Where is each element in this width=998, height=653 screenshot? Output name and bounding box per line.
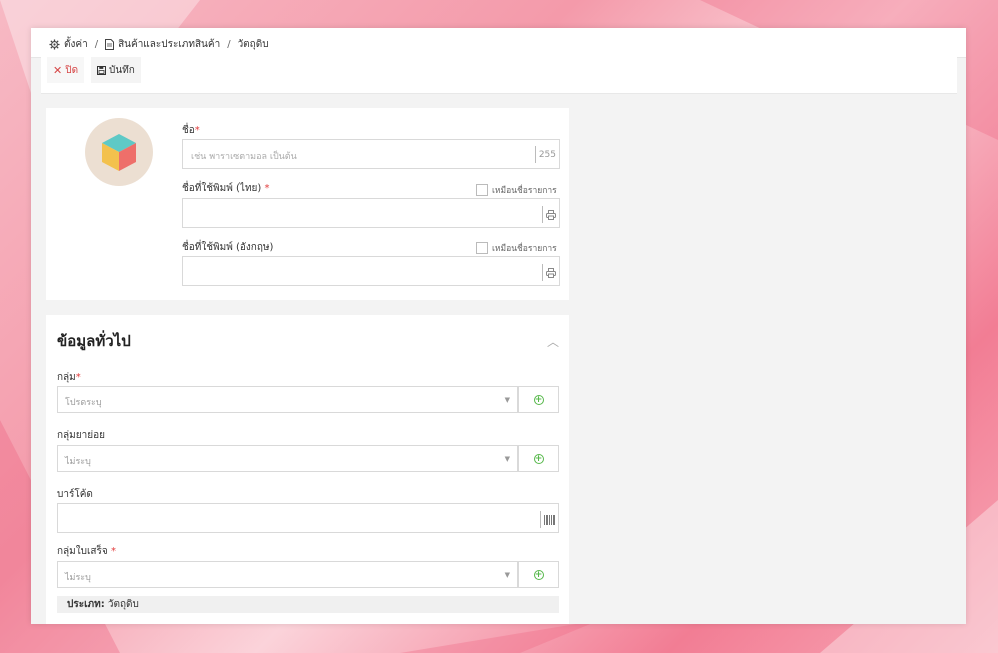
print-name-th-input[interactable] (182, 198, 560, 228)
subgroup-select[interactable]: ไม่ระบุ ▼ (57, 445, 518, 472)
print-name-th-label: ชื่อที่ใช้พิมพ์ (ไทย) * (182, 183, 270, 194)
save-button-label: บันทึก (109, 64, 135, 76)
chevron-down-icon: ▼ (504, 571, 510, 579)
add-subgroup-button[interactable]: + (518, 445, 559, 472)
breadcrumb-item-current: วัตถุดิบ (237, 39, 269, 50)
close-button-label: ปิด (65, 64, 79, 76)
print-name-en-input[interactable] (182, 256, 560, 286)
name-maxlength: 255 (534, 146, 559, 163)
same-as-item-th-checkbox[interactable]: เหมือนชื่อรายการ (476, 183, 557, 197)
section-title: ข้อมูลทั่วไป (57, 332, 131, 350)
toolbar: ✕ ปิด บันทึก (41, 57, 957, 94)
close-button[interactable]: ✕ ปิด (47, 57, 85, 83)
printer-icon[interactable] (542, 206, 559, 223)
general-info-card: ข้อมูลทั่วไป ︿ กลุ่ม* โปรดระบุ ▼ + กลุ่ม… (46, 315, 569, 624)
breadcrumb-separator: / (94, 39, 99, 50)
breadcrumb-item-settings[interactable]: ตั้งค่า (64, 37, 88, 52)
name-label: ชื่อ* (182, 125, 200, 136)
group-select[interactable]: โปรดระบุ ▼ (57, 386, 518, 413)
subgroup-label: กลุ่มยาย่อย (57, 430, 105, 441)
collapse-icon[interactable]: ︿ (547, 333, 559, 350)
gear-icon (49, 39, 60, 50)
breadcrumb-separator: / (227, 39, 231, 50)
add-receipt-group-button[interactable]: + (518, 561, 559, 588)
chevron-down-icon: ▼ (504, 396, 510, 404)
print-name-en-label: ชื่อที่ใช้พิมพ์ (อังกฤษ) (182, 242, 274, 253)
printer-icon[interactable] (542, 264, 559, 281)
type-label: ประเภท: (67, 599, 105, 610)
receipt-group-label: กลุ่มใบเสร็จ * (57, 546, 116, 557)
group-label: กลุ่ม* (57, 372, 81, 383)
product-avatar[interactable] (85, 118, 153, 186)
group-placeholder: โปรดระบุ (65, 398, 102, 408)
add-circle-icon: + (533, 453, 544, 464)
save-icon (97, 65, 106, 75)
add-circle-icon: + (533, 394, 544, 405)
save-button[interactable]: บันทึก (91, 57, 141, 83)
name-input[interactable]: เช่น พาราเซตามอล เป็นต้น 255 (182, 139, 560, 169)
barcode-label: บาร์โค้ด (57, 489, 93, 500)
document-icon (105, 39, 115, 50)
receipt-group-select[interactable]: ไม่ระบุ ▼ (57, 561, 518, 588)
breadcrumb: ตั้งค่า / สินค้าและประเภทสินค้า / วัตถุด… (49, 37, 269, 52)
breadcrumb-bar: ตั้งค่า / สินค้าและประเภทสินค้า / วัตถุด… (31, 28, 966, 58)
type-indicator: ประเภท: วัตถุดิบ (57, 596, 559, 613)
breadcrumb-item-products[interactable]: สินค้าและประเภทสินค้า (118, 37, 220, 52)
same-as-item-en-checkbox[interactable]: เหมือนชื่อรายการ (476, 241, 557, 255)
subgroup-placeholder: ไม่ระบุ (65, 457, 91, 467)
type-value: วัตถุดิบ (107, 599, 139, 610)
barcode-icon[interactable] (540, 511, 558, 528)
add-group-button[interactable]: + (518, 386, 559, 413)
chevron-down-icon: ▼ (504, 455, 510, 463)
barcode-input[interactable] (57, 503, 559, 533)
receipt-group-placeholder: ไม่ระบุ (65, 573, 91, 583)
close-icon: ✕ (53, 63, 63, 77)
add-circle-icon: + (533, 569, 544, 580)
name-placeholder: เช่น พาราเซตามอล เป็นต้น (191, 152, 297, 162)
cube-icon (102, 134, 136, 171)
product-info-card: ชื่อ* เช่น พาราเซตามอล เป็นต้น 255 ชื่อท… (46, 108, 569, 300)
app-window: ตั้งค่า / สินค้าและประเภทสินค้า / วัตถุด… (31, 28, 966, 624)
